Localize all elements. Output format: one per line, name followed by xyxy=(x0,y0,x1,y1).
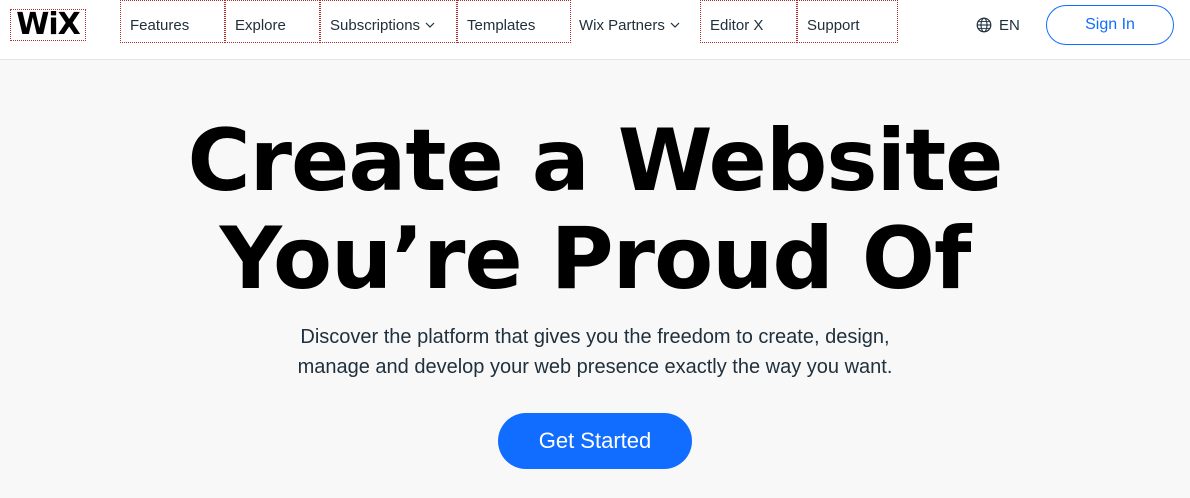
nav-item-label: Support xyxy=(807,16,860,34)
hero-subtitle-line: manage and develop your web presence exa… xyxy=(297,356,893,378)
hero-subtitle-line: Discover the platform that gives you the… xyxy=(300,326,890,348)
nav-item-subscriptions[interactable]: Subscriptions xyxy=(320,0,457,43)
nav-item-label: Subscriptions xyxy=(330,16,421,34)
hero-title-line: Create a Website xyxy=(187,111,1003,211)
nav-item-label: Wix Partners xyxy=(579,16,665,34)
hero-subtitle: Discover the platform that gives you the… xyxy=(0,322,1190,382)
language-selector[interactable]: EN xyxy=(976,15,1020,35)
nav-item-explore[interactable]: Explore xyxy=(225,0,320,43)
language-code: EN xyxy=(999,16,1020,34)
nav-item-support[interactable]: Support xyxy=(797,0,898,43)
nav-item-label: Editor X xyxy=(710,16,764,34)
hero-title-line: You’re Proud Of xyxy=(219,209,972,309)
nav-item-label: Explore xyxy=(235,16,286,34)
nav-item-features[interactable]: Features xyxy=(120,0,225,43)
chevron-down-icon xyxy=(670,22,680,28)
get-started-button[interactable]: Get Started xyxy=(498,413,692,469)
wix-logo[interactable]: WiX xyxy=(10,9,86,41)
nav-item-wix-partners[interactable]: Wix Partners xyxy=(570,0,700,43)
nav-item-label: Features xyxy=(130,16,190,34)
nav-item-editor-x[interactable]: Editor X xyxy=(700,0,797,43)
nav-item-templates[interactable]: Templates xyxy=(457,0,571,43)
sign-in-button[interactable]: Sign In xyxy=(1046,5,1174,45)
globe-icon xyxy=(976,17,992,33)
chevron-down-icon xyxy=(425,22,435,28)
nav-item-label: Templates xyxy=(467,16,536,34)
top-navigation-bar: WiX Features Explore Subscriptions Templ… xyxy=(0,0,1190,60)
hero-title: Create a Website You’re Proud Of xyxy=(0,112,1190,308)
